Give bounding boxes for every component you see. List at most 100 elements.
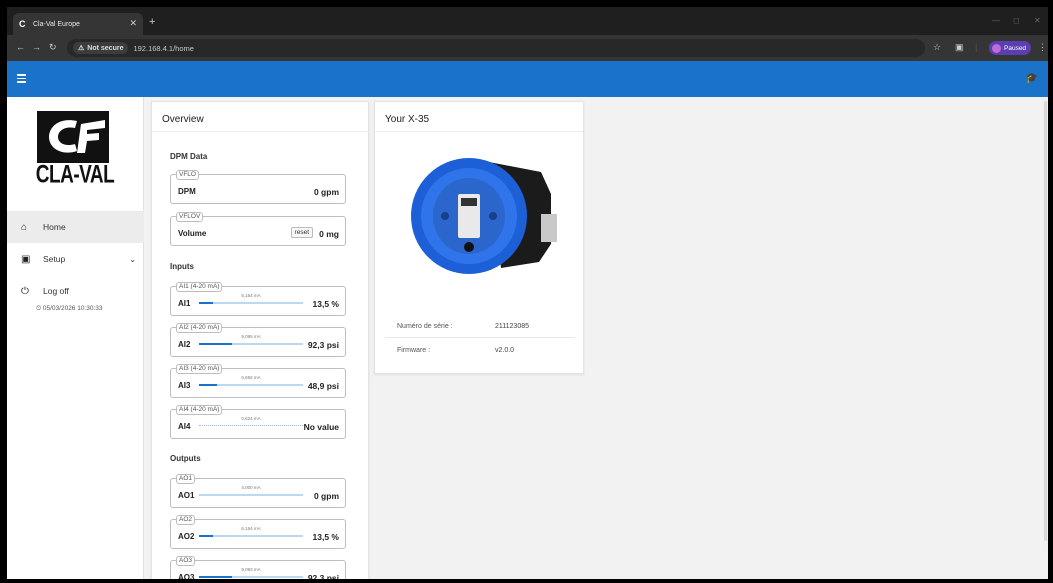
warning-icon: ⚠ [78, 45, 85, 52]
datetime: ⏲ 05/03/2026 10:30:33 [36, 305, 103, 313]
browser-tab[interactable]: C Cla-Val Europe ✕ [13, 13, 143, 35]
level-bar [199, 494, 303, 496]
field-value: 0 mg [319, 229, 339, 239]
field-legend: AO2 [176, 515, 196, 525]
input-field: AI4 (4-20 mA) AI4 0,624 mA No value [170, 405, 346, 439]
field-value: 13,5 % [312, 532, 339, 542]
field-legend: AI4 (4-20 mA) [176, 405, 223, 415]
restore-icon[interactable]: ◻ [1013, 16, 1020, 25]
field-legend: AI3 (4-20 mA) [176, 364, 223, 374]
avatar [992, 43, 1001, 53]
security-label: Not secure [87, 44, 124, 52]
input-field: AI3 (4-20 mA) AI3 6,692 mA 48,9 psi [170, 364, 346, 398]
input-field: AI1 (4-20 mA) AI1 6,164 mA 13,5 % [170, 282, 346, 316]
field-legend: VFLO [176, 170, 199, 180]
milliamp-reading: 6,692 mA [241, 375, 261, 380]
firmware-row: Firmware : v2.0.0 [385, 340, 575, 362]
field-legend: VFLOV [176, 212, 204, 222]
firmware-value: v2.0.0 [495, 347, 515, 354]
field-label: DPM [178, 187, 196, 196]
page-scrollbar[interactable] [1043, 97, 1048, 549]
field-label: AI1 [178, 299, 191, 308]
level-bar [199, 343, 303, 345]
home-icon: ⌂ [21, 221, 28, 233]
level-bar-fill [199, 302, 214, 304]
milliamp-reading: 6,164 mA [241, 293, 261, 298]
security-chip[interactable]: ⚠ Not secure [73, 42, 129, 54]
scrollbar-thumb[interactable] [1044, 101, 1047, 541]
field-legend: AO1 [176, 474, 196, 484]
sidebar-item-logoff[interactable]: ⏻ Log off [7, 275, 144, 307]
bookmark-star-icon[interactable]: ☆ [933, 42, 941, 53]
field-value: 0 gpm [313, 491, 339, 501]
field-value: No value [303, 422, 339, 432]
x35-device-image [401, 144, 559, 282]
tab-search-icon[interactable]: ▣ [955, 42, 964, 53]
sidebar-item-label: Log off [43, 286, 69, 296]
input-field: AI2 (4-20 mA) AI2 9,095 mA 92,3 psi [170, 323, 346, 357]
field-label: AI2 [178, 340, 191, 349]
field-legend: AI2 (4-20 mA) [176, 323, 223, 333]
level-bar [199, 425, 303, 426]
overview-card: Overview DPM Data VFLO DPM 0 gpm VFLOV V… [151, 101, 369, 579]
milliamp-reading: 4,000 mA [241, 485, 261, 490]
milliamp-reading: 9,095 mA [241, 334, 261, 339]
milliamp-reading: 0,624 mA [241, 416, 261, 421]
inputs-section-title: Inputs [170, 262, 194, 271]
claval-logo: CLA-VAL [27, 111, 123, 199]
graduation-cap-icon[interactable]: 🎓 [1026, 73, 1038, 84]
clock-icon: ⏲ [36, 305, 42, 312]
volume-field: VFLOV Volume reset 0 mg [170, 212, 346, 246]
field-label: Volume [178, 229, 207, 238]
field-value: 92,3 psi [307, 340, 339, 350]
sidebar-item-label: Setup [43, 254, 66, 264]
serial-value: 211123085 [495, 323, 529, 330]
hamburger-menu-icon[interactable] [17, 74, 26, 85]
sidebar-item-setup[interactable]: ▣ Setup ⌄ [7, 243, 144, 275]
device-card: Your X-35 Numéro de série : 211123085 Fi… [374, 101, 584, 374]
serial-label: Numéro de série : [397, 323, 453, 330]
browser-toolbar: ← → ↻ ⚠ Not secure 192.168.4.1/home ☆ ▣ … [7, 35, 1048, 61]
sidebar: CLA-VAL ⌂ Home ▣ Setup ⌄ ⏻ Log off ⏲ 05/… [7, 97, 144, 579]
new-tab-icon[interactable]: + [149, 16, 155, 28]
app-header: 🎓 [7, 61, 1048, 97]
minimize-icon[interactable]: — [992, 16, 1000, 25]
device-title: Your X-35 [375, 102, 583, 132]
field-legend: AO3 [176, 556, 196, 566]
chevron-down-icon[interactable]: ⌄ [129, 255, 136, 264]
forward-icon[interactable]: → [32, 42, 41, 52]
level-bar-fill [199, 384, 217, 386]
dpm-section-title: DPM Data [170, 152, 208, 161]
browser-menu-icon[interactable]: ⋮ [1038, 42, 1047, 53]
level-bar-fill [199, 535, 214, 537]
profile-label: Paused [1004, 44, 1027, 52]
sidebar-item-home[interactable]: ⌂ Home [7, 211, 144, 243]
profile-button[interactable]: Paused [989, 41, 1031, 55]
level-bar [199, 535, 303, 537]
dpm-field: VFLO DPM 0 gpm [170, 170, 346, 204]
level-bar [199, 576, 303, 578]
back-icon[interactable]: ← [16, 42, 25, 52]
screen: C Cla-Val Europe ✕ + — ◻ ✕ ← → ↻ ⚠ Not s… [7, 7, 1048, 579]
serial-row: Numéro de série : 211123085 [385, 316, 575, 338]
reset-button[interactable]: reset [290, 227, 313, 238]
output-field: AO2 AO2 6,164 mA 13,5 % [170, 515, 346, 549]
level-bar [199, 384, 303, 386]
milliamp-reading: 9,093 mA [241, 567, 261, 572]
sidebar-item-label: Home [43, 222, 66, 232]
browser-tabbar: C Cla-Val Europe ✕ + — ◻ ✕ [7, 7, 1048, 35]
level-bar [199, 302, 303, 304]
url-text[interactable]: 192.168.4.1/home [133, 44, 193, 53]
field-value: 13,5 % [312, 299, 339, 309]
close-tab-icon[interactable]: ✕ [129, 18, 137, 29]
window-close-icon[interactable]: ✕ [1034, 16, 1041, 25]
field-legend: AI1 (4-20 mA) [176, 282, 223, 292]
logo-mark [37, 111, 109, 163]
toolbar-divider: | [975, 42, 978, 52]
address-bar[interactable]: ⚠ Not secure 192.168.4.1/home [67, 39, 925, 57]
reload-icon[interactable]: ↻ [49, 42, 57, 53]
overview-title: Overview [152, 102, 368, 132]
claval-favicon-icon: C [19, 18, 26, 29]
field-label: AI4 [178, 422, 191, 431]
power-icon: ⏻ [21, 285, 29, 297]
